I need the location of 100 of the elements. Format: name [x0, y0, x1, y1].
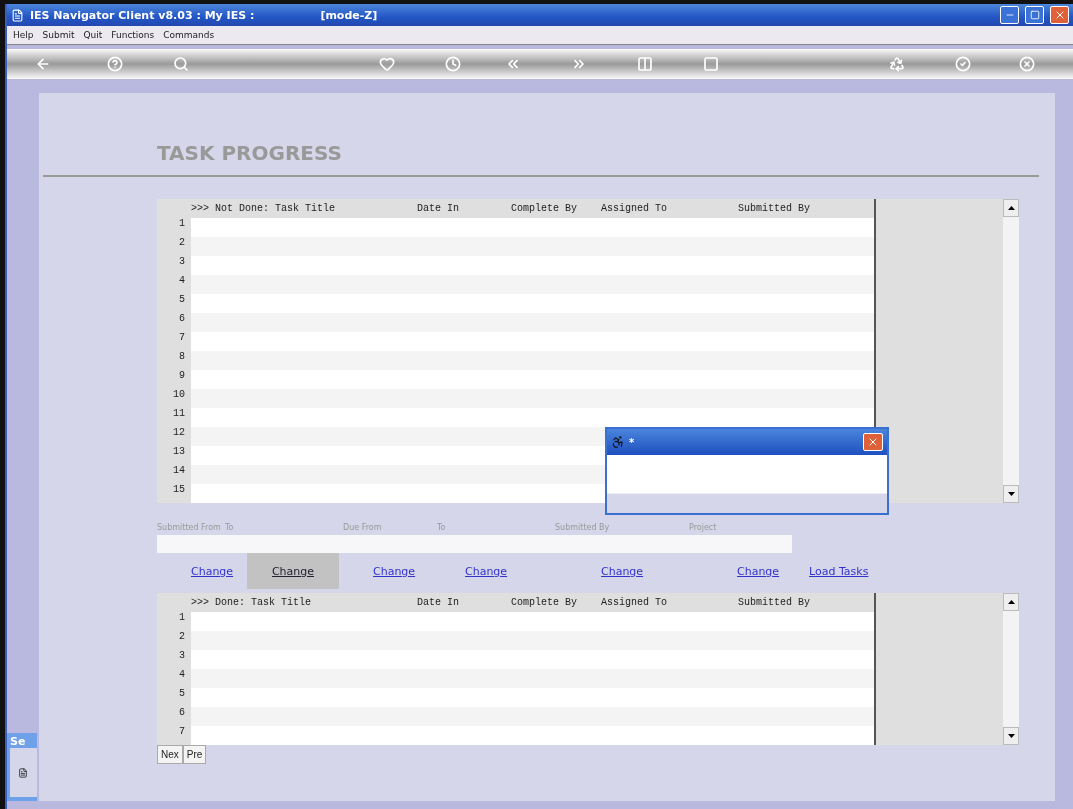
pager-button[interactable]: Nex [157, 745, 183, 764]
scrollbar[interactable] [1003, 593, 1019, 745]
window-title: IES Navigator Client v8.03 : My IES : [30, 8, 255, 22]
close-circle-icon[interactable] [1019, 56, 1035, 72]
table-row[interactable]: 10 [157, 389, 874, 408]
caret-down-icon [1007, 734, 1015, 738]
row-number: 5 [157, 294, 191, 313]
row-number: 11 [157, 408, 191, 427]
window-title: Se [10, 735, 27, 748]
filter-label: Submitted From [157, 523, 222, 532]
dialog-field[interactable] [607, 455, 887, 494]
scrollbar[interactable] [1003, 199, 1019, 503]
row-number: 12 [157, 427, 191, 446]
document-icon [18, 767, 28, 778]
table-row[interactable]: 7 [157, 332, 874, 351]
column-header: Assigned To [601, 203, 668, 214]
column-header: Complete By [511, 597, 578, 608]
close-icon [867, 436, 879, 448]
column-header: Date In [417, 203, 460, 214]
row-number: 4 [157, 275, 191, 294]
close-button[interactable] [863, 433, 883, 451]
change-link[interactable]: Change [431, 553, 567, 589]
filter-label: Project [689, 523, 718, 532]
row-number: 6 [157, 313, 191, 332]
column-header: Submitted By [738, 597, 811, 608]
table-row[interactable]: 6 [157, 313, 874, 332]
caret-down-icon [1007, 492, 1015, 496]
row-number: 8 [157, 351, 191, 370]
table-row[interactable]: 2 [157, 237, 874, 256]
search-icon[interactable] [173, 56, 189, 72]
menu-item[interactable]: Submit [42, 30, 75, 40]
help-icon[interactable] [107, 56, 123, 72]
row-number: 2 [157, 237, 191, 256]
table-row[interactable]: 2 [157, 631, 874, 650]
table-row[interactable]: 3 [157, 650, 874, 669]
row-number: 7 [157, 332, 191, 351]
change-link[interactable]: Change [567, 553, 703, 589]
table-row[interactable]: 3 [157, 256, 874, 275]
table-row[interactable]: 8 [157, 351, 874, 370]
menu-item[interactable]: Quit [83, 30, 103, 40]
app-icon [11, 8, 24, 22]
table-row[interactable]: 11 [157, 408, 874, 427]
mode-label: [mode-Z] [320, 8, 378, 22]
filter-field[interactable] [157, 535, 792, 553]
row-number: 9 [157, 370, 191, 389]
close-button[interactable] [1050, 6, 1069, 24]
filter-label: To [225, 523, 235, 532]
row-number: 3 [157, 650, 191, 669]
row-number: 2 [157, 631, 191, 650]
table-row[interactable]: 1 [157, 612, 874, 631]
scroll-up-button[interactable] [1003, 593, 1019, 611]
row-number: 14 [157, 465, 191, 484]
row-number: 1 [157, 612, 191, 631]
table-row[interactable]: 4 [157, 275, 874, 294]
pager-button[interactable]: Pre [182, 745, 207, 764]
row-number: 13 [157, 446, 191, 465]
row-number: 7 [157, 726, 191, 745]
row-number: 15 [157, 484, 191, 503]
dialog-title: * [629, 436, 635, 448]
table-row[interactable]: 5 [157, 294, 874, 313]
filter-label: Submitted By [555, 523, 611, 532]
change-link[interactable]: Change [703, 553, 809, 589]
change-link[interactable]: Change [247, 553, 339, 589]
menu-item[interactable]: Help [13, 30, 34, 40]
row-number: 6 [157, 707, 191, 726]
table-row[interactable]: 7 [157, 726, 874, 745]
table-row[interactable]: 6 [157, 707, 874, 726]
column-header: Assigned To [601, 597, 668, 608]
row-number: 5 [157, 688, 191, 707]
menu-item[interactable]: Commands [163, 30, 215, 40]
scroll-down-button[interactable] [1003, 485, 1019, 503]
table-row[interactable]: 4 [157, 669, 874, 688]
maximize-icon [1029, 10, 1040, 20]
scroll-down-button[interactable] [1003, 727, 1019, 745]
page-title: TASK PROGRESS [157, 141, 343, 165]
heart-icon[interactable] [379, 56, 395, 72]
filter-label: To [437, 523, 447, 532]
caret-up-icon [1007, 206, 1015, 210]
column-header: Date In [417, 597, 460, 608]
table-row[interactable]: 1 [157, 218, 874, 237]
row-number: 10 [157, 389, 191, 408]
caret-up-icon [1007, 600, 1015, 604]
columns-icon[interactable] [637, 56, 653, 72]
minimize-button[interactable] [1000, 6, 1019, 24]
table-row[interactable]: 9 [157, 370, 874, 389]
recycle-icon[interactable] [889, 56, 905, 72]
square-icon[interactable] [703, 56, 719, 72]
column-header: Submitted By [738, 203, 811, 214]
change-link[interactable]: Change [339, 553, 431, 589]
change-link[interactable]: Load Tasks [809, 553, 917, 589]
table-row[interactable]: 5 [157, 688, 874, 707]
menu-item[interactable]: Functions [111, 30, 155, 40]
row-number: 4 [157, 669, 191, 688]
scroll-up-button[interactable] [1003, 199, 1019, 217]
row-number: 1 [157, 218, 191, 237]
row-number: 3 [157, 256, 191, 275]
clock-icon[interactable] [445, 56, 461, 72]
check-circle-icon[interactable] [955, 56, 971, 72]
change-link[interactable]: Change [157, 553, 247, 589]
maximize-button[interactable] [1025, 6, 1044, 24]
